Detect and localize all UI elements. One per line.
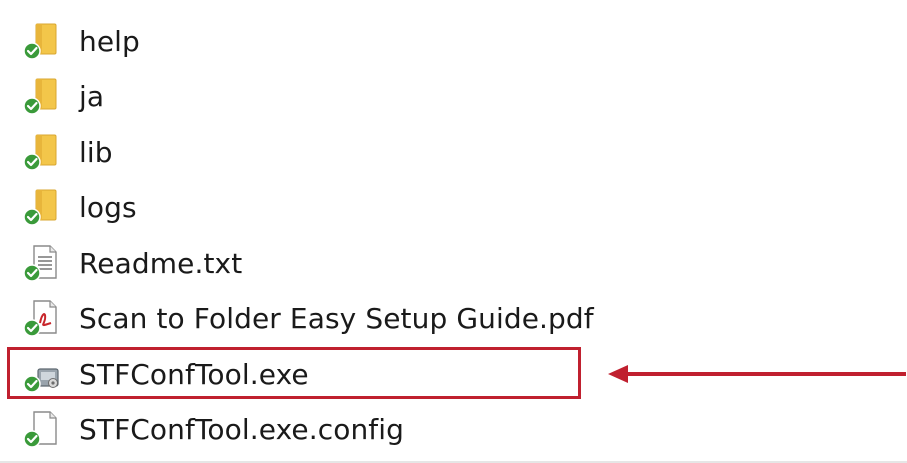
file-name: ja [79,80,105,114]
folder-icon [22,22,60,62]
pdf-file-icon [22,299,60,339]
folder-icon [22,77,60,117]
folder-icon [22,188,60,228]
file-name: Readme.txt [79,246,243,280]
file-name: logs [79,191,137,225]
arrow-left-icon [606,362,906,386]
file-name: Scan to Folder Easy Setup Guide.pdf [79,302,594,336]
file-name: help [79,24,140,58]
file-name: STFConfTool.exe [79,357,309,391]
text-file-icon [22,244,60,284]
folder-icon [22,133,60,173]
file-name: STFConfTool.exe.config [79,413,405,447]
file-name: lib [79,135,113,169]
exe-file-icon [22,355,60,395]
file-explorer-list-view: help ja lib logs Readme.txt Scan to Fold… [0,0,907,463]
config-file-icon [22,410,60,450]
